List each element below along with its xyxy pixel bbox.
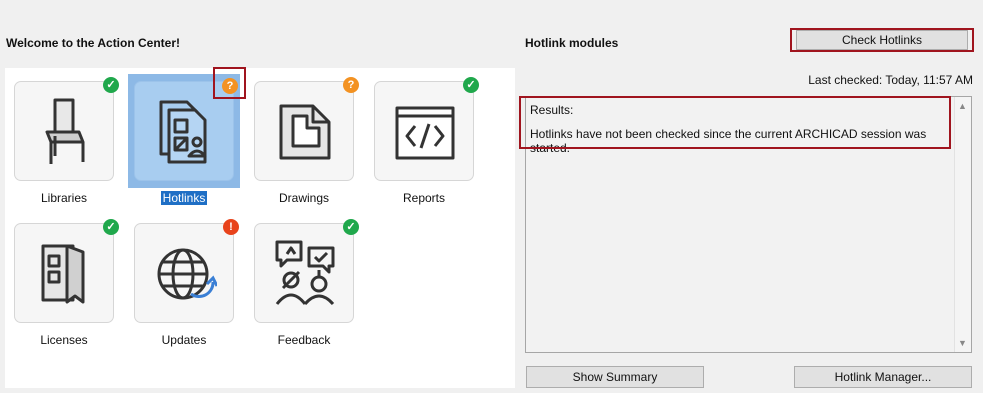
last-checked-text: Last checked: Today, 11:57 AM — [808, 73, 973, 87]
licenses-icon — [41, 244, 85, 304]
hotlinks-icon — [159, 100, 207, 164]
tile-label-libraries[interactable]: Libraries — [4, 191, 124, 205]
highlight-box-hotlinks-badge — [213, 67, 246, 99]
badge-reports: ✓ — [463, 77, 479, 93]
code-icon — [395, 106, 455, 160]
chair-icon — [45, 98, 85, 164]
tile-label-feedback[interactable]: Feedback — [244, 333, 364, 347]
feedback-icon — [275, 240, 335, 306]
tile-label-drawings[interactable]: Drawings — [244, 191, 364, 205]
drawings-icon — [279, 104, 331, 160]
tile-label-hotlinks[interactable]: Hotlinks — [124, 191, 244, 205]
scroll-down-icon[interactable]: ▼ — [958, 338, 967, 348]
globe-update-icon — [157, 248, 217, 300]
tile-drawings[interactable] — [254, 81, 354, 181]
tile-label-reports[interactable]: Reports — [364, 191, 484, 205]
badge-libraries: ✓ — [103, 77, 119, 93]
tile-reports[interactable] — [374, 81, 474, 181]
results-scrollbar[interactable]: ▲ ▼ — [954, 97, 971, 352]
highlight-box-check-button — [790, 28, 974, 52]
scroll-up-icon[interactable]: ▲ — [958, 101, 967, 111]
highlight-box-results — [519, 96, 951, 149]
badge-feedback: ✓ — [343, 219, 359, 235]
tile-licenses[interactable] — [14, 223, 114, 323]
badge-updates: ! — [223, 219, 239, 235]
tile-updates[interactable] — [134, 223, 234, 323]
badge-drawings: ? — [343, 77, 359, 93]
right-panel-title: Hotlink modules — [525, 36, 619, 50]
tile-feedback[interactable] — [254, 223, 354, 323]
hotlink-manager-button[interactable]: Hotlink Manager... — [794, 366, 972, 388]
badge-licenses: ✓ — [103, 219, 119, 235]
tile-libraries[interactable] — [14, 81, 114, 181]
tile-label-updates[interactable]: Updates — [124, 333, 244, 347]
tile-label-licenses[interactable]: Licenses — [4, 333, 124, 347]
show-summary-button[interactable]: Show Summary — [526, 366, 704, 388]
left-panel-title: Welcome to the Action Center! — [6, 36, 181, 50]
tile-label-hotlinks-text: Hotlinks — [160, 191, 208, 205]
